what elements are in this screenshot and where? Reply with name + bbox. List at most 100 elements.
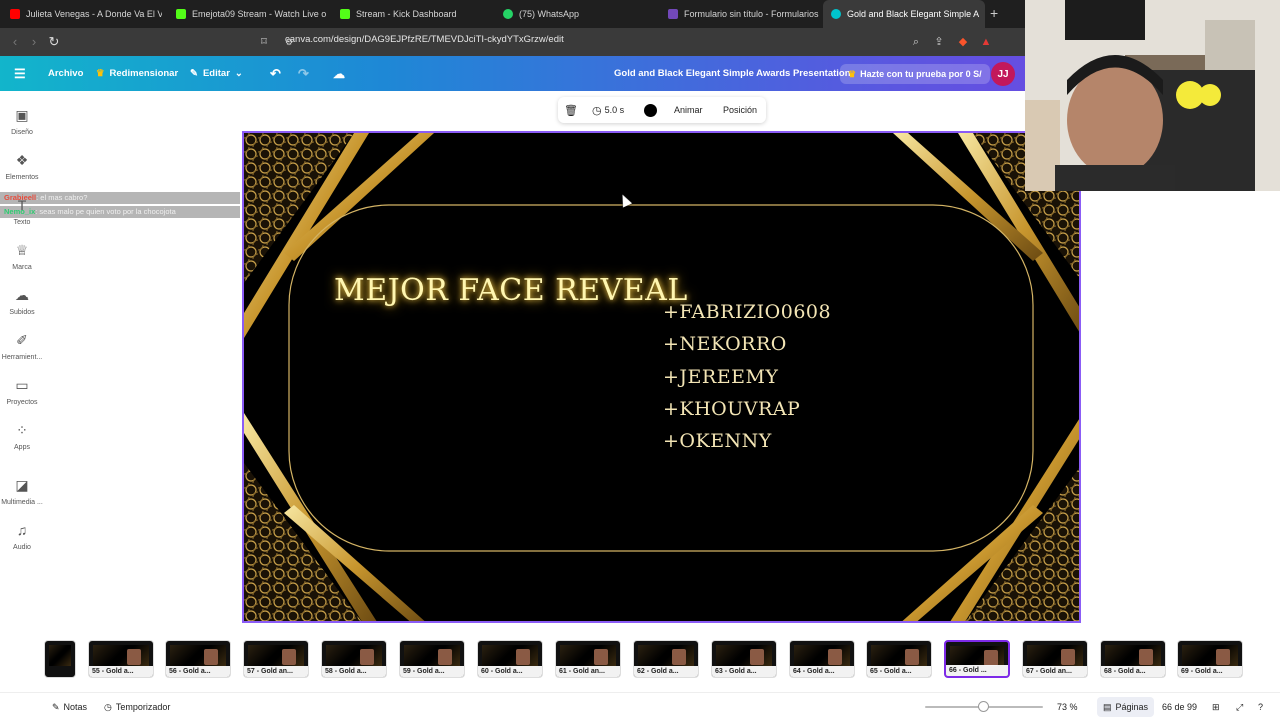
page-thumbnail[interactable]: 61 - Gold an...	[555, 640, 621, 678]
grid-view-icon[interactable]: ⊞	[1212, 699, 1220, 715]
back-icon[interactable]: ‹	[6, 33, 24, 51]
forms-icon	[668, 9, 678, 19]
trial-label: Hazte con tu prueba por 0 S/	[860, 69, 982, 79]
fullscreen-icon[interactable]: ⤢	[1236, 699, 1243, 715]
file-menu[interactable]: Archivo	[48, 56, 83, 91]
forward-icon[interactable]: ›	[25, 33, 43, 51]
browser-tab[interactable]: Stream - Kick Dashboard	[332, 0, 492, 28]
page-thumbnail[interactable]: 56 - Gold a...	[165, 640, 231, 678]
sidebar-item-tools[interactable]: ✐ Herramient...	[0, 332, 44, 361]
timer-label: Temporizador	[115, 702, 171, 712]
trial-button[interactable]: ♛ Hazte con tu prueba por 0 S/	[840, 64, 990, 84]
thumbnail-label: 64 - Gold a...	[790, 666, 854, 677]
edit-button[interactable]: ✎ Editar ⌄	[190, 56, 243, 91]
menu-icon[interactable]: ☰	[14, 56, 26, 91]
thumbnail-photo	[905, 649, 919, 665]
pages-icon: ▤	[1103, 701, 1112, 712]
search-icon[interactable]: ⌕	[908, 34, 924, 50]
sidebar-item-projects[interactable]: ▭ Proyectos	[0, 377, 44, 406]
browser-tab[interactable]: (75) WhatsApp	[495, 0, 655, 28]
sidebar-item-label: Elementos	[5, 174, 39, 181]
share-icon[interactable]: ⇪	[931, 34, 947, 50]
page-thumbnail[interactable]: 57 - Gold an...	[243, 640, 309, 678]
page-thumbnail[interactable]: 60 - Gold a...	[477, 640, 543, 678]
reload-icon[interactable]: ↻	[45, 33, 63, 51]
tab-title: Emejota09 Stream - Watch Live o	[192, 9, 327, 19]
nominee-text[interactable]: +NEKORRO	[663, 333, 787, 355]
page-thumbnail[interactable]: 65 - Gold a...	[866, 640, 932, 678]
help-icon[interactable]: ?	[1258, 699, 1263, 715]
nominee-text[interactable]: +KHOUVRAP	[663, 398, 800, 420]
sidebar-item-apps[interactable]: ⁘ Apps	[0, 422, 44, 451]
edit-label: Editar	[202, 68, 230, 79]
sidebar-item-label: Marca	[12, 264, 32, 271]
page-thumbnail[interactable]	[44, 640, 76, 678]
duration-button[interactable]: ◷ 5.0 s	[592, 97, 624, 123]
sidebar-item-brand[interactable]: ♕ Marca	[0, 242, 44, 271]
slide-title[interactable]: MEJOR FACE REVEAL	[334, 273, 688, 308]
sidebar-item-label: Diseño	[11, 129, 33, 136]
thumbnail-label: 68 - Gold a...	[1101, 666, 1165, 677]
tab-title: Julieta Venegas - A Donde Va El Vien	[26, 9, 162, 19]
avatar[interactable]: JJ	[991, 62, 1015, 86]
bookmark-icon[interactable]: ⌑	[256, 34, 272, 50]
trash-icon[interactable]: 🗑	[564, 97, 578, 123]
youtube-icon	[10, 9, 20, 19]
pages-button[interactable]: ▤ Páginas	[1097, 697, 1155, 717]
crown-icon: ♛	[96, 68, 105, 79]
page-thumbnail[interactable]: 64 - Gold a...	[789, 640, 855, 678]
position-button[interactable]: Posición	[723, 97, 757, 123]
cloud-saved-icon[interactable]: ☁	[333, 56, 345, 91]
thumbnail-photo	[828, 649, 842, 665]
browser-tab[interactable]: Emejota09 Stream - Watch Live o	[168, 0, 328, 28]
zoom-level[interactable]: 73 %	[1057, 699, 1078, 715]
url-field[interactable]: canva.com/design/DAG9EJPfzRE/TMEVDJciTI-…	[285, 34, 564, 45]
nominee-text[interactable]: +JEREEMY	[663, 366, 778, 388]
canva-icon	[831, 9, 841, 19]
timer-button[interactable]: ◷ Temporizador	[104, 699, 170, 715]
tab-title: Gold and Black Elegant Simple A	[847, 9, 980, 19]
browser-tab-active[interactable]: Gold and Black Elegant Simple A ✕	[823, 0, 985, 28]
zoom-slider-handle[interactable]	[978, 701, 989, 712]
sidebar-item-label: Herramient...	[1, 354, 43, 361]
page-thumbnail[interactable]: 67 - Gold an...	[1022, 640, 1088, 678]
brave-shield-icon[interactable]: ◆	[955, 34, 971, 50]
sidebar-item-audio[interactable]: ♫ Audio	[0, 522, 44, 551]
sidebar-item-label: Texto	[13, 219, 31, 226]
design-title[interactable]: Gold and Black Elegant Simple Awards Pre…	[614, 56, 851, 91]
duration-label: 5.0 s	[604, 105, 625, 115]
folder-icon: ▭	[15, 377, 29, 393]
undo-icon[interactable]: ↶	[270, 56, 281, 91]
sidebar-item-elements[interactable]: ❖ Elementos	[0, 152, 44, 181]
slide-canvas[interactable]: MEJOR FACE REVEAL +FABRIZIO0608 +NEKORRO…	[242, 131, 1081, 623]
new-tab-icon[interactable]: +	[990, 5, 998, 21]
page-thumbnail-active[interactable]: 66 - Gold ...	[944, 640, 1010, 678]
color-swatch-button[interactable]	[644, 97, 657, 123]
crown-icon: ♛	[848, 68, 857, 79]
nominee-text[interactable]: +FABRIZIO0608	[663, 301, 831, 323]
pages-label: Páginas	[1115, 702, 1149, 712]
page-thumbnail[interactable]: 55 - Gold a...	[88, 640, 154, 678]
notes-button[interactable]: ✎ Notas	[52, 699, 87, 715]
thumbnail-label: 57 - Gold an...	[244, 666, 308, 677]
browser-tab[interactable]: Julieta Venegas - A Donde Va El Vien	[2, 0, 162, 28]
brand-icon: ♕	[15, 242, 29, 258]
page-thumbnail[interactable]: 63 - Gold a...	[711, 640, 777, 678]
page-thumbnail[interactable]: 62 - Gold a...	[633, 640, 699, 678]
thumbnail-label: 65 - Gold a...	[867, 666, 931, 677]
sidebar-item-design[interactable]: ▣ Diseño	[0, 107, 44, 136]
shapes-icon: ❖	[15, 152, 29, 168]
page-thumbnail[interactable]: 59 - Gold a...	[399, 640, 465, 678]
resize-button[interactable]: ♛ Redimensionar	[96, 56, 178, 91]
nominee-text[interactable]: +OKENNY	[663, 430, 772, 452]
page-thumbnail[interactable]: 68 - Gold a...	[1100, 640, 1166, 678]
sidebar-item-uploads[interactable]: ☁ Subidos	[0, 287, 44, 316]
screen: Julieta Venegas - A Donde Va El Vien Eme…	[0, 0, 1280, 720]
redo-icon[interactable]: ↷	[298, 56, 309, 91]
browser-tab[interactable]: Formulario sin título - Formularios de	[660, 0, 820, 28]
page-thumbnail[interactable]: 58 - Gold a...	[321, 640, 387, 678]
page-thumbnail[interactable]: 69 - Gold a...	[1177, 640, 1243, 678]
brave-rewards-icon[interactable]: ▲	[978, 34, 994, 50]
animate-button[interactable]: Animar	[674, 97, 703, 123]
sidebar-item-media[interactable]: ◪ Multimedia ...	[0, 477, 44, 506]
